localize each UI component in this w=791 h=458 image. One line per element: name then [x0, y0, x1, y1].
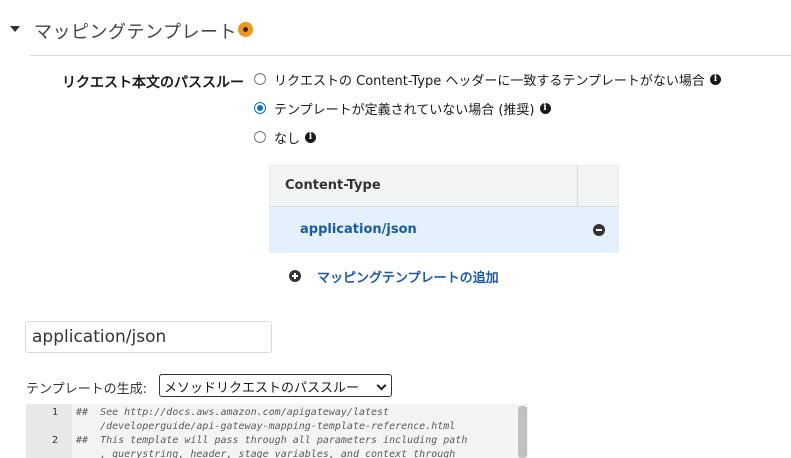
remove-icon[interactable]	[593, 224, 605, 236]
generate-template-select[interactable]: メソッドリクエストのパススルー	[159, 374, 392, 397]
plus-icon[interactable]	[289, 270, 301, 282]
line-number: 2	[52, 435, 59, 446]
code-line[interactable]: /developerguide/api-gateway-mapping-temp…	[76, 421, 455, 432]
add-mapping-template-button[interactable]: マッピングテンプレートの追加	[289, 266, 499, 286]
code-line[interactable]: ## This template will pass through all p…	[76, 435, 467, 446]
info-icon[interactable]: i	[709, 73, 721, 85]
option-label: なし	[274, 131, 301, 147]
passthrough-option-when-no-match[interactable]: リクエストの Content-Type ヘッダーに一致するテンプレートがない場合…	[254, 69, 721, 89]
generate-template-label: テンプレートの生成:	[26, 382, 147, 397]
radio-button[interactable]	[254, 131, 266, 143]
info-icon[interactable]: i	[539, 102, 551, 114]
add-mapping-template-link[interactable]: マッピングテンプレートの追加	[317, 267, 499, 286]
column-separator	[577, 166, 578, 206]
editor-gutter	[26, 404, 72, 458]
radio-button[interactable]	[254, 73, 266, 85]
content-type-column-header: Content-Type	[285, 178, 381, 193]
content-type-link[interactable]: application/json	[300, 222, 417, 237]
caret-down-icon[interactable]	[10, 26, 20, 32]
content-type-input[interactable]	[25, 321, 272, 353]
passthrough-option-when-no-templates[interactable]: テンプレートが定義されていない場合 (推奨) i	[254, 98, 551, 118]
info-icon[interactable]: i	[305, 131, 317, 143]
template-editor[interactable]: 1 ## See http://docs.aws.amazon.com/apig…	[26, 404, 528, 458]
editor-scrollbar[interactable]	[518, 406, 527, 458]
table-row[interactable]: application/json	[270, 207, 618, 253]
content-type-table: Content-Type application/json	[269, 165, 619, 253]
section-header[interactable]: マッピングテンプレート	[0, 14, 791, 44]
section-title: マッピングテンプレート	[34, 22, 237, 43]
passthrough-label: リクエスト本文のパススルー	[62, 75, 244, 91]
divider	[30, 55, 791, 56]
table-header: Content-Type	[270, 166, 618, 207]
radio-button-selected[interactable]	[254, 102, 266, 114]
warning-dot-icon	[238, 22, 253, 37]
line-number: 1	[52, 407, 59, 418]
passthrough-option-never[interactable]: なし i	[254, 127, 317, 147]
code-line[interactable]: , querystring, header, stage variables, …	[76, 449, 455, 458]
option-label: テンプレートが定義されていない場合 (推奨)	[274, 102, 535, 118]
option-label: リクエストの Content-Type ヘッダーに一致するテンプレートがない場合	[274, 73, 705, 89]
code-line[interactable]: ## See http://docs.aws.amazon.com/apigat…	[76, 407, 389, 418]
